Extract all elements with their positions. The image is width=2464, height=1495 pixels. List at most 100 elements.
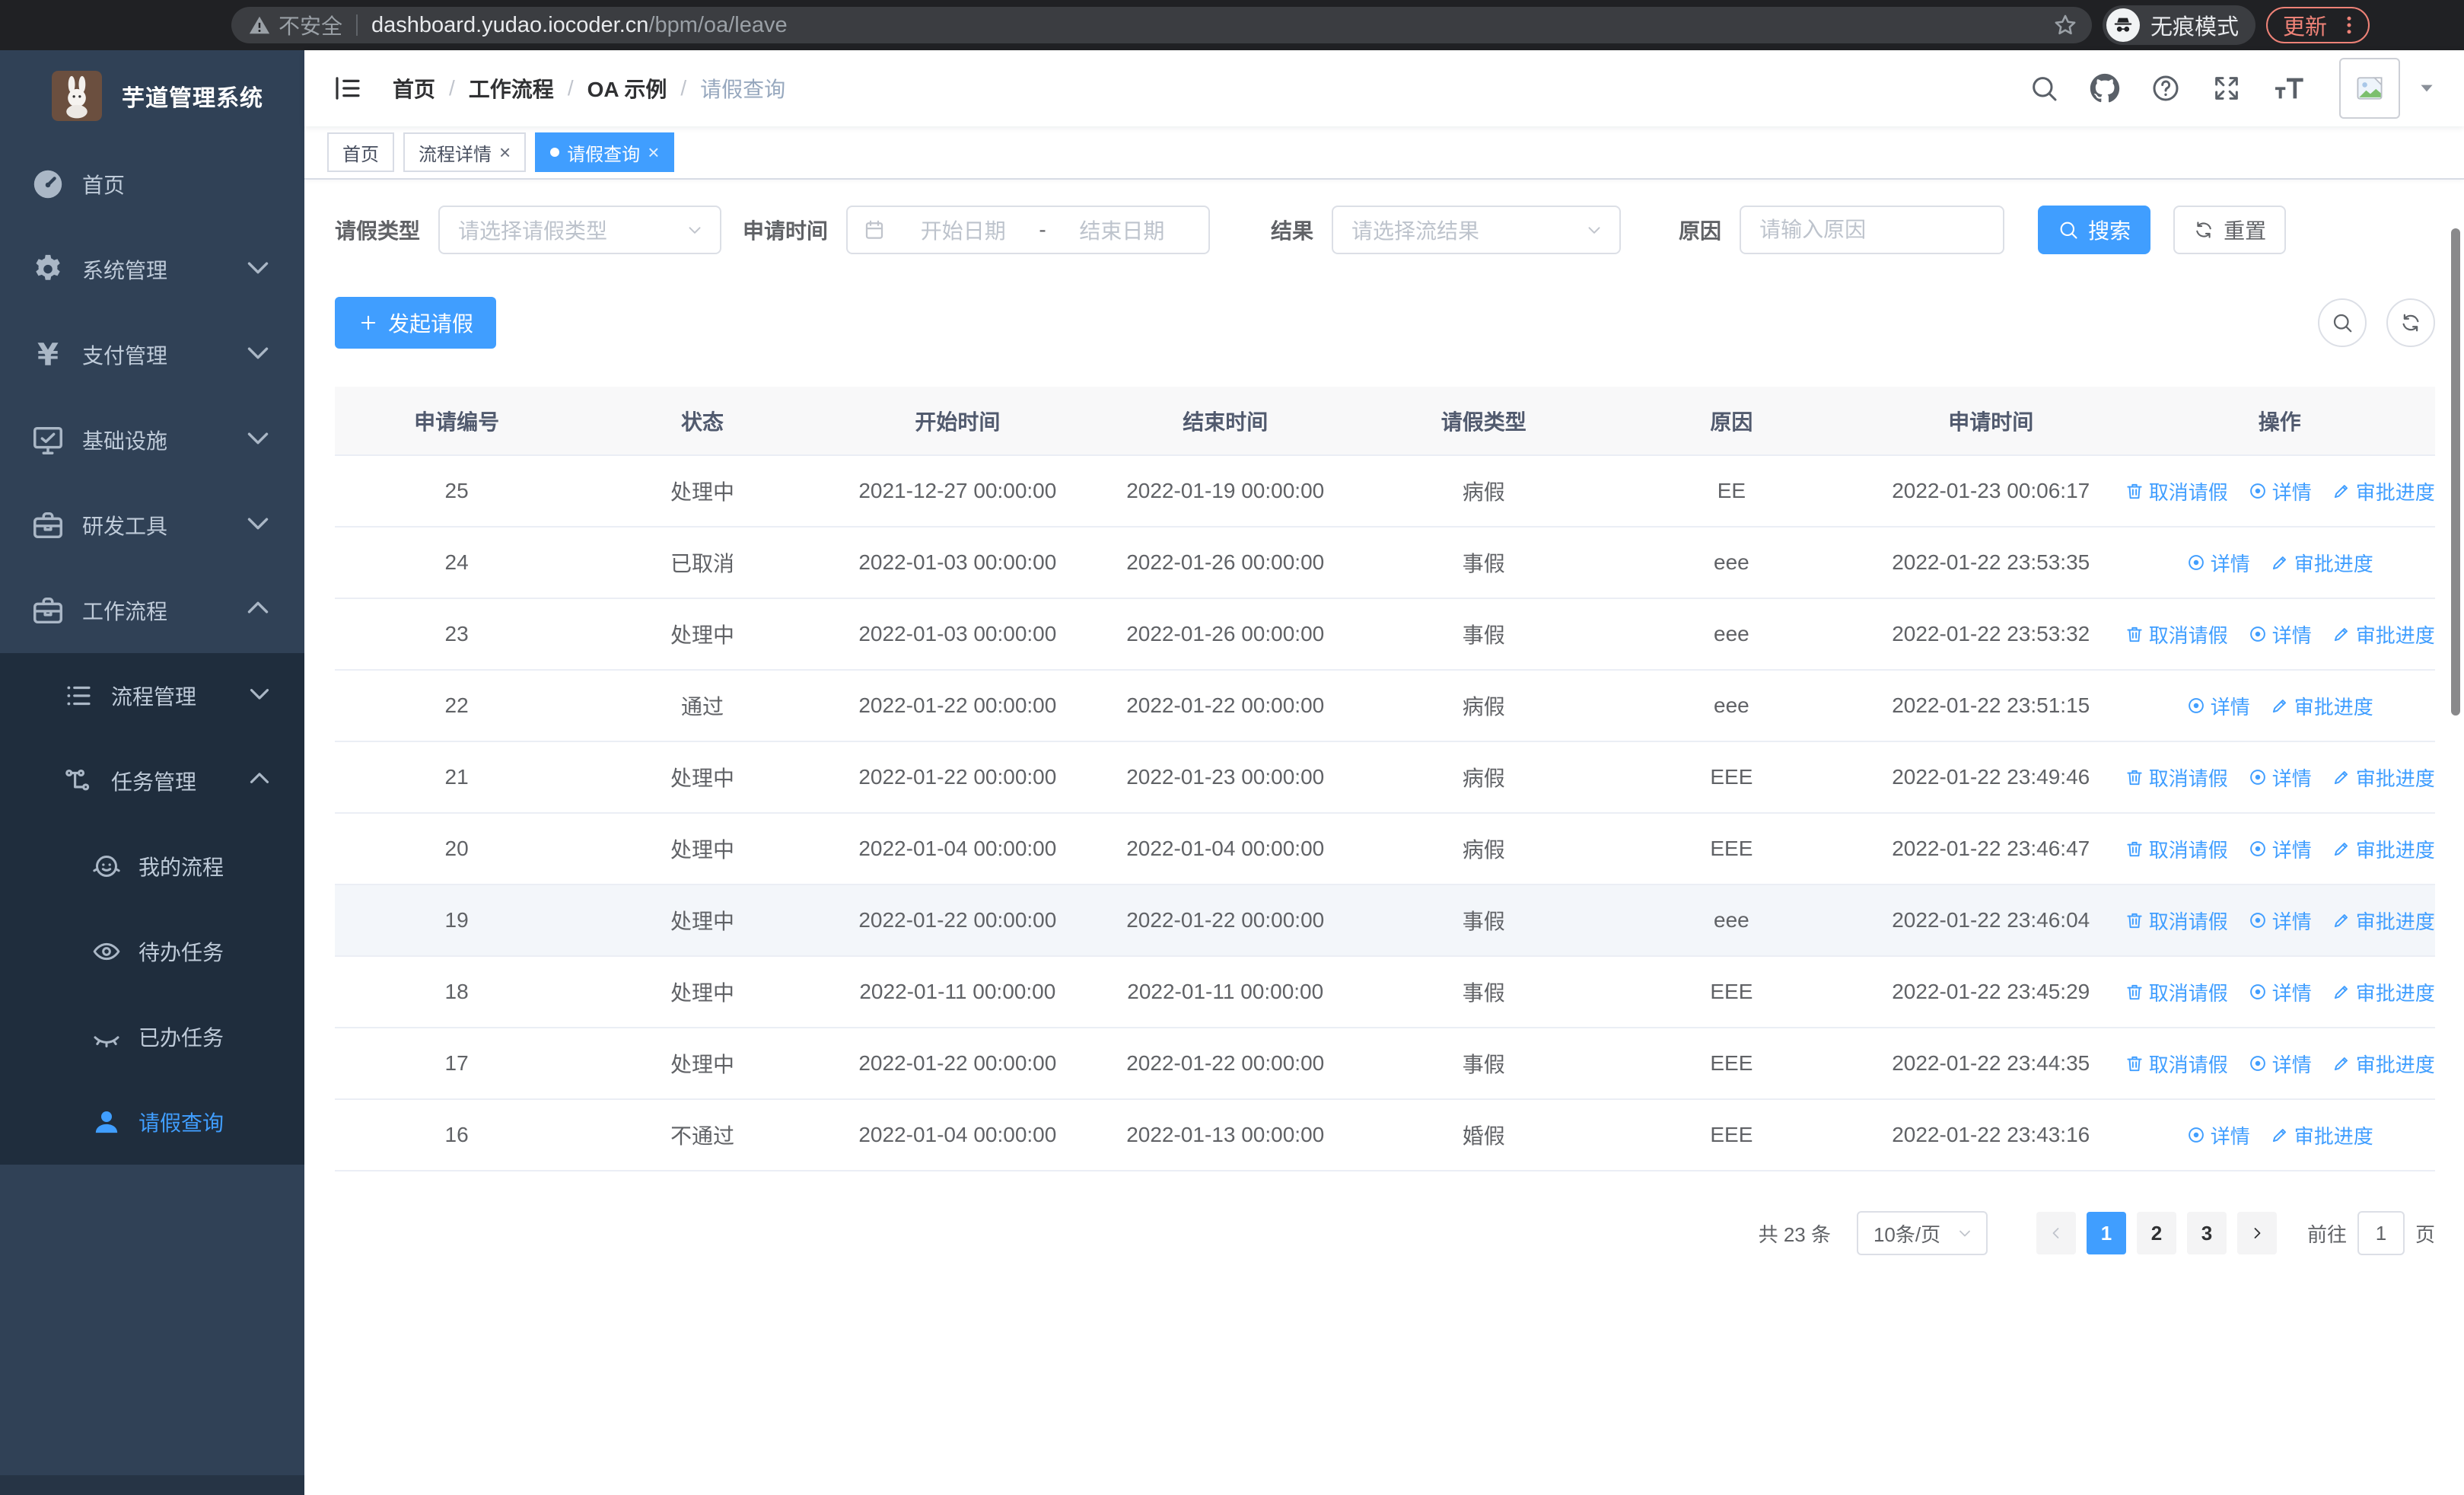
breadcrumb-item[interactable]: 首页 (393, 73, 435, 104)
breadcrumb-item[interactable]: OA 示例 (587, 73, 667, 104)
caret-down-icon[interactable] (2417, 78, 2437, 98)
cancel-action-link[interactable]: 取消请假 (2125, 620, 2228, 649)
tab-leave-query[interactable]: 请假查询 × (535, 132, 675, 172)
cell-status: 通过 (578, 670, 826, 742)
breadcrumb-item[interactable]: 工作流程 (469, 73, 554, 104)
update-button[interactable]: 更新 (2266, 7, 2370, 43)
page-button-3[interactable]: 3 (2186, 1212, 2227, 1254)
cancel-action-link[interactable]: 取消请假 (2125, 763, 2228, 792)
back-icon[interactable] (18, 4, 61, 46)
apply-time-range-input[interactable]: 开始日期 - 结束日期 (846, 206, 1211, 254)
sidebar-item-infrastructure[interactable]: 基础设施 (0, 397, 304, 483)
close-icon[interactable]: × (648, 142, 659, 162)
reason-input[interactable] (1740, 206, 2005, 254)
progress-action-link[interactable]: 审批进度 (2332, 763, 2435, 792)
kebab-menu-icon[interactable] (2338, 14, 2361, 37)
sidebar-item-system[interactable]: 系统管理 (0, 227, 304, 312)
show-search-button[interactable] (2318, 298, 2367, 347)
sidebar-item-home[interactable]: 首页 (0, 142, 304, 227)
search-icon[interactable] (2029, 73, 2059, 104)
fullscreen-icon[interactable] (2211, 73, 2242, 104)
reset-button[interactable]: 重置 (2173, 206, 2287, 254)
home-icon[interactable] (178, 4, 221, 46)
detail-action-link[interactable]: 详情 (2186, 692, 2250, 720)
github-icon[interactable] (2090, 73, 2120, 104)
sidebar-item-workflow[interactable]: 工作流程 (0, 568, 304, 653)
scrollbar-thumb[interactable] (2451, 228, 2460, 716)
progress-action-link[interactable]: 审批进度 (2332, 907, 2435, 935)
page-button-1[interactable]: 1 (2086, 1212, 2126, 1254)
forward-icon[interactable] (72, 4, 114, 46)
progress-action-link[interactable]: 审批进度 (2332, 477, 2435, 505)
detail-action-link[interactable]: 详情 (2248, 835, 2312, 863)
prev-page-button[interactable] (2036, 1212, 2076, 1254)
detail-action-link[interactable]: 详情 (2186, 1121, 2250, 1149)
sidebar-item-todo-tasks[interactable]: 待办任务 (0, 909, 304, 994)
sidebar-collapse-bar[interactable] (0, 1475, 304, 1495)
sidebar-item-my-process[interactable]: 我的流程 (0, 824, 304, 909)
progress-action-link[interactable]: 审批进度 (2270, 1121, 2373, 1149)
table-row: 21 处理中 2022-01-22 00:00:00 2022-01-23 00:00… (335, 741, 2435, 814)
pagination: 共 23 条 10条/页 123 前往 页 (335, 1211, 2435, 1255)
create-leave-button[interactable]: 发起请假 (335, 297, 497, 349)
app-logo[interactable]: 芋道管理系统 (0, 50, 304, 142)
progress-action-link[interactable]: 审批进度 (2270, 692, 2373, 720)
table-row: 17 处理中 2022-01-22 00:00:00 2022-01-22 00:00… (335, 1028, 2435, 1100)
reload-icon[interactable] (125, 4, 167, 46)
progress-action-link[interactable]: 审批进度 (2270, 549, 2373, 577)
cell-status: 处理中 (578, 813, 826, 885)
sidebar-item-label: 流程管理 (111, 685, 197, 709)
progress-action-link[interactable]: 审批进度 (2332, 835, 2435, 863)
sidebar-item-task-mgmt[interactable]: 任务管理 (0, 738, 304, 824)
cell-apply-time: 2022-01-22 23:51:15 (1857, 670, 2125, 742)
help-icon[interactable] (2150, 73, 2181, 104)
sidebar-item-label: 基础设施 (82, 429, 168, 453)
progress-action-link[interactable]: 审批进度 (2332, 978, 2435, 1006)
column-header: 状态 (578, 387, 826, 456)
sidebar-item-done-tasks[interactable]: 已办任务 (0, 994, 304, 1079)
next-page-button[interactable] (2236, 1212, 2277, 1254)
detail-action-link[interactable]: 详情 (2248, 907, 2312, 935)
leave-type-select[interactable]: 请选择请假类型 (438, 206, 722, 254)
detail-action-link[interactable]: 详情 (2248, 763, 2312, 792)
detail-action-link[interactable]: 详情 (2186, 549, 2250, 577)
detail-action-link[interactable]: 详情 (2248, 1050, 2312, 1078)
page-button-2[interactable]: 2 (2136, 1212, 2176, 1254)
cell-status: 已取消 (578, 527, 826, 599)
sidebar-item-dev-tools[interactable]: 研发工具 (0, 483, 304, 568)
cell-status: 处理中 (578, 956, 826, 1028)
page-size-select[interactable]: 10条/页 (1856, 1211, 1988, 1255)
detail-action-link[interactable]: 详情 (2248, 620, 2312, 649)
goto-page-input[interactable] (2357, 1211, 2405, 1255)
address-bar[interactable]: 不安全 dashboard.yudao.iocoder.cn/bpm/oa/le… (231, 7, 2092, 43)
progress-action-link[interactable]: 审批进度 (2332, 620, 2435, 649)
view-icon (2248, 481, 2268, 501)
cell-id: 24 (335, 527, 579, 599)
table-row: 16 不通过 2022-01-04 00:00:00 2022-01-13 00:00… (335, 1099, 2435, 1171)
sidebar-item-process-mgmt[interactable]: 流程管理 (0, 653, 304, 738)
cancel-action-link[interactable]: 取消请假 (2125, 907, 2228, 935)
font-size-icon[interactable] (2272, 73, 2309, 104)
tab-process-detail[interactable]: 流程详情 × (403, 132, 527, 172)
cancel-action-link[interactable]: 取消请假 (2125, 477, 2228, 505)
cancel-action-link[interactable]: 取消请假 (2125, 835, 2228, 863)
cancel-action-link[interactable]: 取消请假 (2125, 978, 2228, 1006)
cell-end-time: 2022-01-22 00:00:00 (1088, 885, 1362, 957)
progress-action-link[interactable]: 审批进度 (2332, 1050, 2435, 1078)
tags-view-bar: 首页 流程详情 × 请假查询 × (304, 126, 2464, 180)
search-button[interactable]: 搜索 (2038, 206, 2151, 254)
sidebar-item-leave-query[interactable]: 请假查询 (0, 1079, 304, 1165)
result-select[interactable]: 请选择流结果 (1332, 206, 1622, 254)
refresh-table-button[interactable] (2386, 298, 2435, 347)
close-icon[interactable]: × (499, 142, 511, 162)
cancel-action-link[interactable]: 取消请假 (2125, 1050, 2228, 1078)
tab-home[interactable]: 首页 (327, 132, 394, 172)
detail-action-link[interactable]: 详情 (2248, 477, 2312, 505)
chevron-down-icon (1956, 1224, 1974, 1242)
url-text: dashboard.yudao.iocoder.cn/bpm/oa/leave (371, 12, 788, 37)
sidebar-item-payment[interactable]: ¥ 支付管理 (0, 312, 304, 397)
avatar[interactable] (2339, 58, 2400, 119)
hamburger-icon[interactable] (327, 72, 368, 104)
bookmark-star-icon[interactable] (2052, 12, 2078, 38)
detail-action-link[interactable]: 详情 (2248, 978, 2312, 1006)
